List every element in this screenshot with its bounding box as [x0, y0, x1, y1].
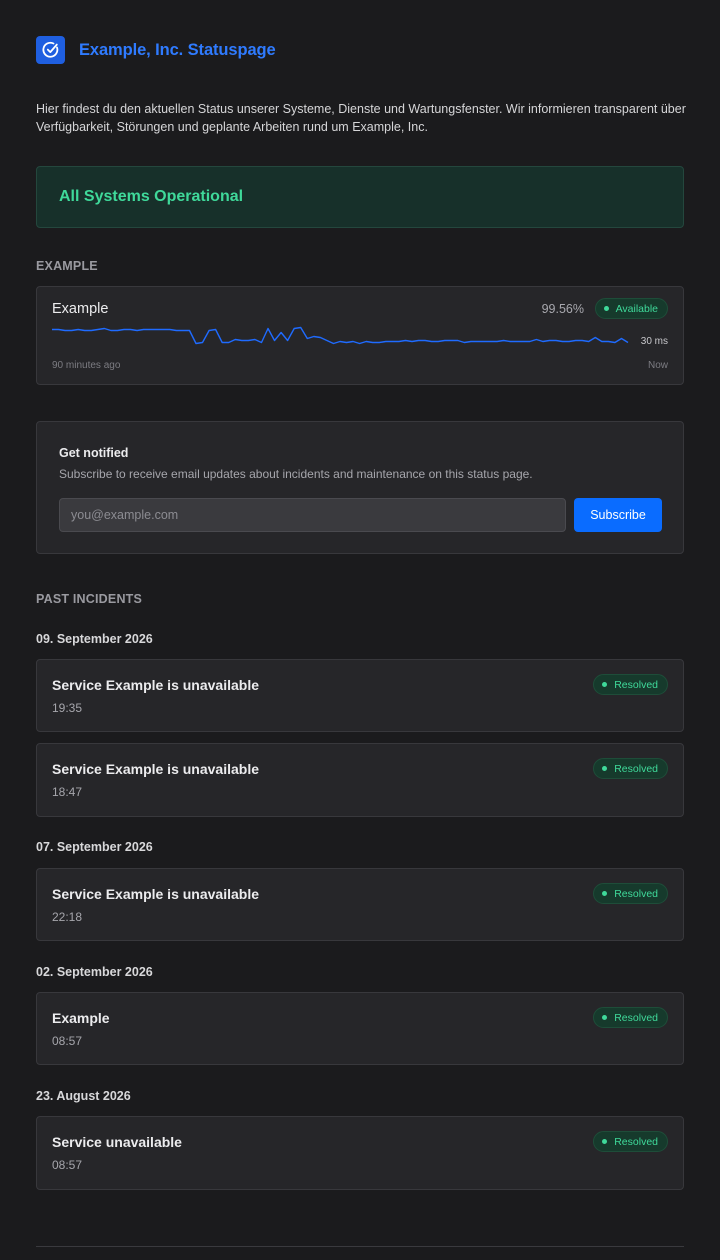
subscribe-card: Get notified Subscribe to receive email …	[36, 421, 684, 554]
incident-time: 08:57	[52, 1158, 83, 1172]
page-title[interactable]: Example, Inc. Statuspage	[79, 41, 276, 60]
footer-divider	[36, 1246, 684, 1247]
incident-status-badge: Resolved	[593, 758, 668, 779]
incident-card[interactable]: Service Example is unavailable 22:18 Res…	[36, 868, 684, 941]
incident-status-badge: Resolved	[593, 883, 668, 904]
incident-card[interactable]: Service unavailable 08:57 Resolved	[36, 1116, 684, 1190]
incident-card[interactable]: Service Example is unavailable 19:35 Res…	[36, 659, 684, 732]
incident-title[interactable]: Example	[52, 1010, 110, 1026]
status-dot-icon	[602, 766, 608, 771]
incident-card[interactable]: Example 08:57 Resolved	[36, 992, 684, 1065]
subscribe-button[interactable]: Subscribe	[574, 498, 662, 532]
incident-time: 08:57	[52, 1034, 83, 1048]
latency-label: 30 ms	[640, 336, 668, 347]
incident-title[interactable]: Service Example is unavailable	[52, 677, 259, 693]
incident-title[interactable]: Service unavailable	[52, 1134, 182, 1150]
service-name: Example	[52, 301, 109, 317]
service-card: Example 99.56% Available 30 ms 90 minute…	[36, 286, 684, 385]
service-status-badge: Available	[594, 298, 668, 319]
incident-status-label: Resolved	[614, 678, 658, 691]
intro-text: Hier findest du den aktuellen Status uns…	[36, 102, 686, 134]
incident-title[interactable]: Service Example is unavailable	[52, 886, 259, 902]
incident-status-label: Resolved	[614, 1135, 658, 1148]
latency-line	[52, 326, 629, 345]
past-incidents-title: PAST INCIDENTS	[36, 592, 143, 606]
incident-time: 19:35	[52, 701, 83, 715]
incident-date-heading: 23. August 2026	[36, 1089, 131, 1103]
subscribe-description: Subscribe to receive email updates about…	[59, 467, 533, 481]
subscribe-title: Get notified	[59, 446, 129, 460]
incident-date-heading: 07. September 2026	[36, 840, 153, 854]
incident-status-label: Resolved	[614, 1011, 658, 1024]
chart-axis-start: 90 minutes ago	[52, 360, 121, 371]
incident-status-badge: Resolved	[593, 1131, 668, 1152]
incident-date-heading: 09. September 2026	[36, 632, 153, 646]
incident-title[interactable]: Service Example is unavailable	[52, 761, 259, 777]
status-dot-icon	[603, 306, 609, 311]
incident-status-label: Resolved	[614, 887, 658, 900]
status-dot-icon	[602, 682, 608, 687]
email-input[interactable]	[59, 498, 566, 532]
services-section-title: EXAMPLE	[36, 259, 98, 273]
incident-time: 22:18	[52, 910, 83, 924]
incident-date-heading: 02. September 2026	[36, 965, 153, 979]
status-dot-icon	[602, 1015, 608, 1020]
incident-status-badge: Resolved	[593, 674, 668, 695]
page-header: Example, Inc. Statuspage	[36, 36, 276, 64]
incident-status-badge: Resolved	[593, 1007, 668, 1028]
service-uptime: 99.56%	[541, 302, 584, 316]
service-status-label: Available	[615, 302, 658, 315]
chart-axis-end: Now	[647, 360, 668, 371]
overall-status-banner: All Systems Operational	[36, 166, 684, 228]
incident-time: 18:47	[52, 785, 83, 799]
check-circle-icon	[36, 36, 65, 64]
incident-card[interactable]: Service Example is unavailable 18:47 Res…	[36, 743, 684, 817]
status-dot-icon	[602, 1139, 608, 1144]
status-dot-icon	[602, 891, 608, 896]
overall-status-text: All Systems Operational	[59, 188, 244, 205]
latency-sparkline	[52, 326, 629, 345]
incident-status-label: Resolved	[614, 762, 658, 775]
